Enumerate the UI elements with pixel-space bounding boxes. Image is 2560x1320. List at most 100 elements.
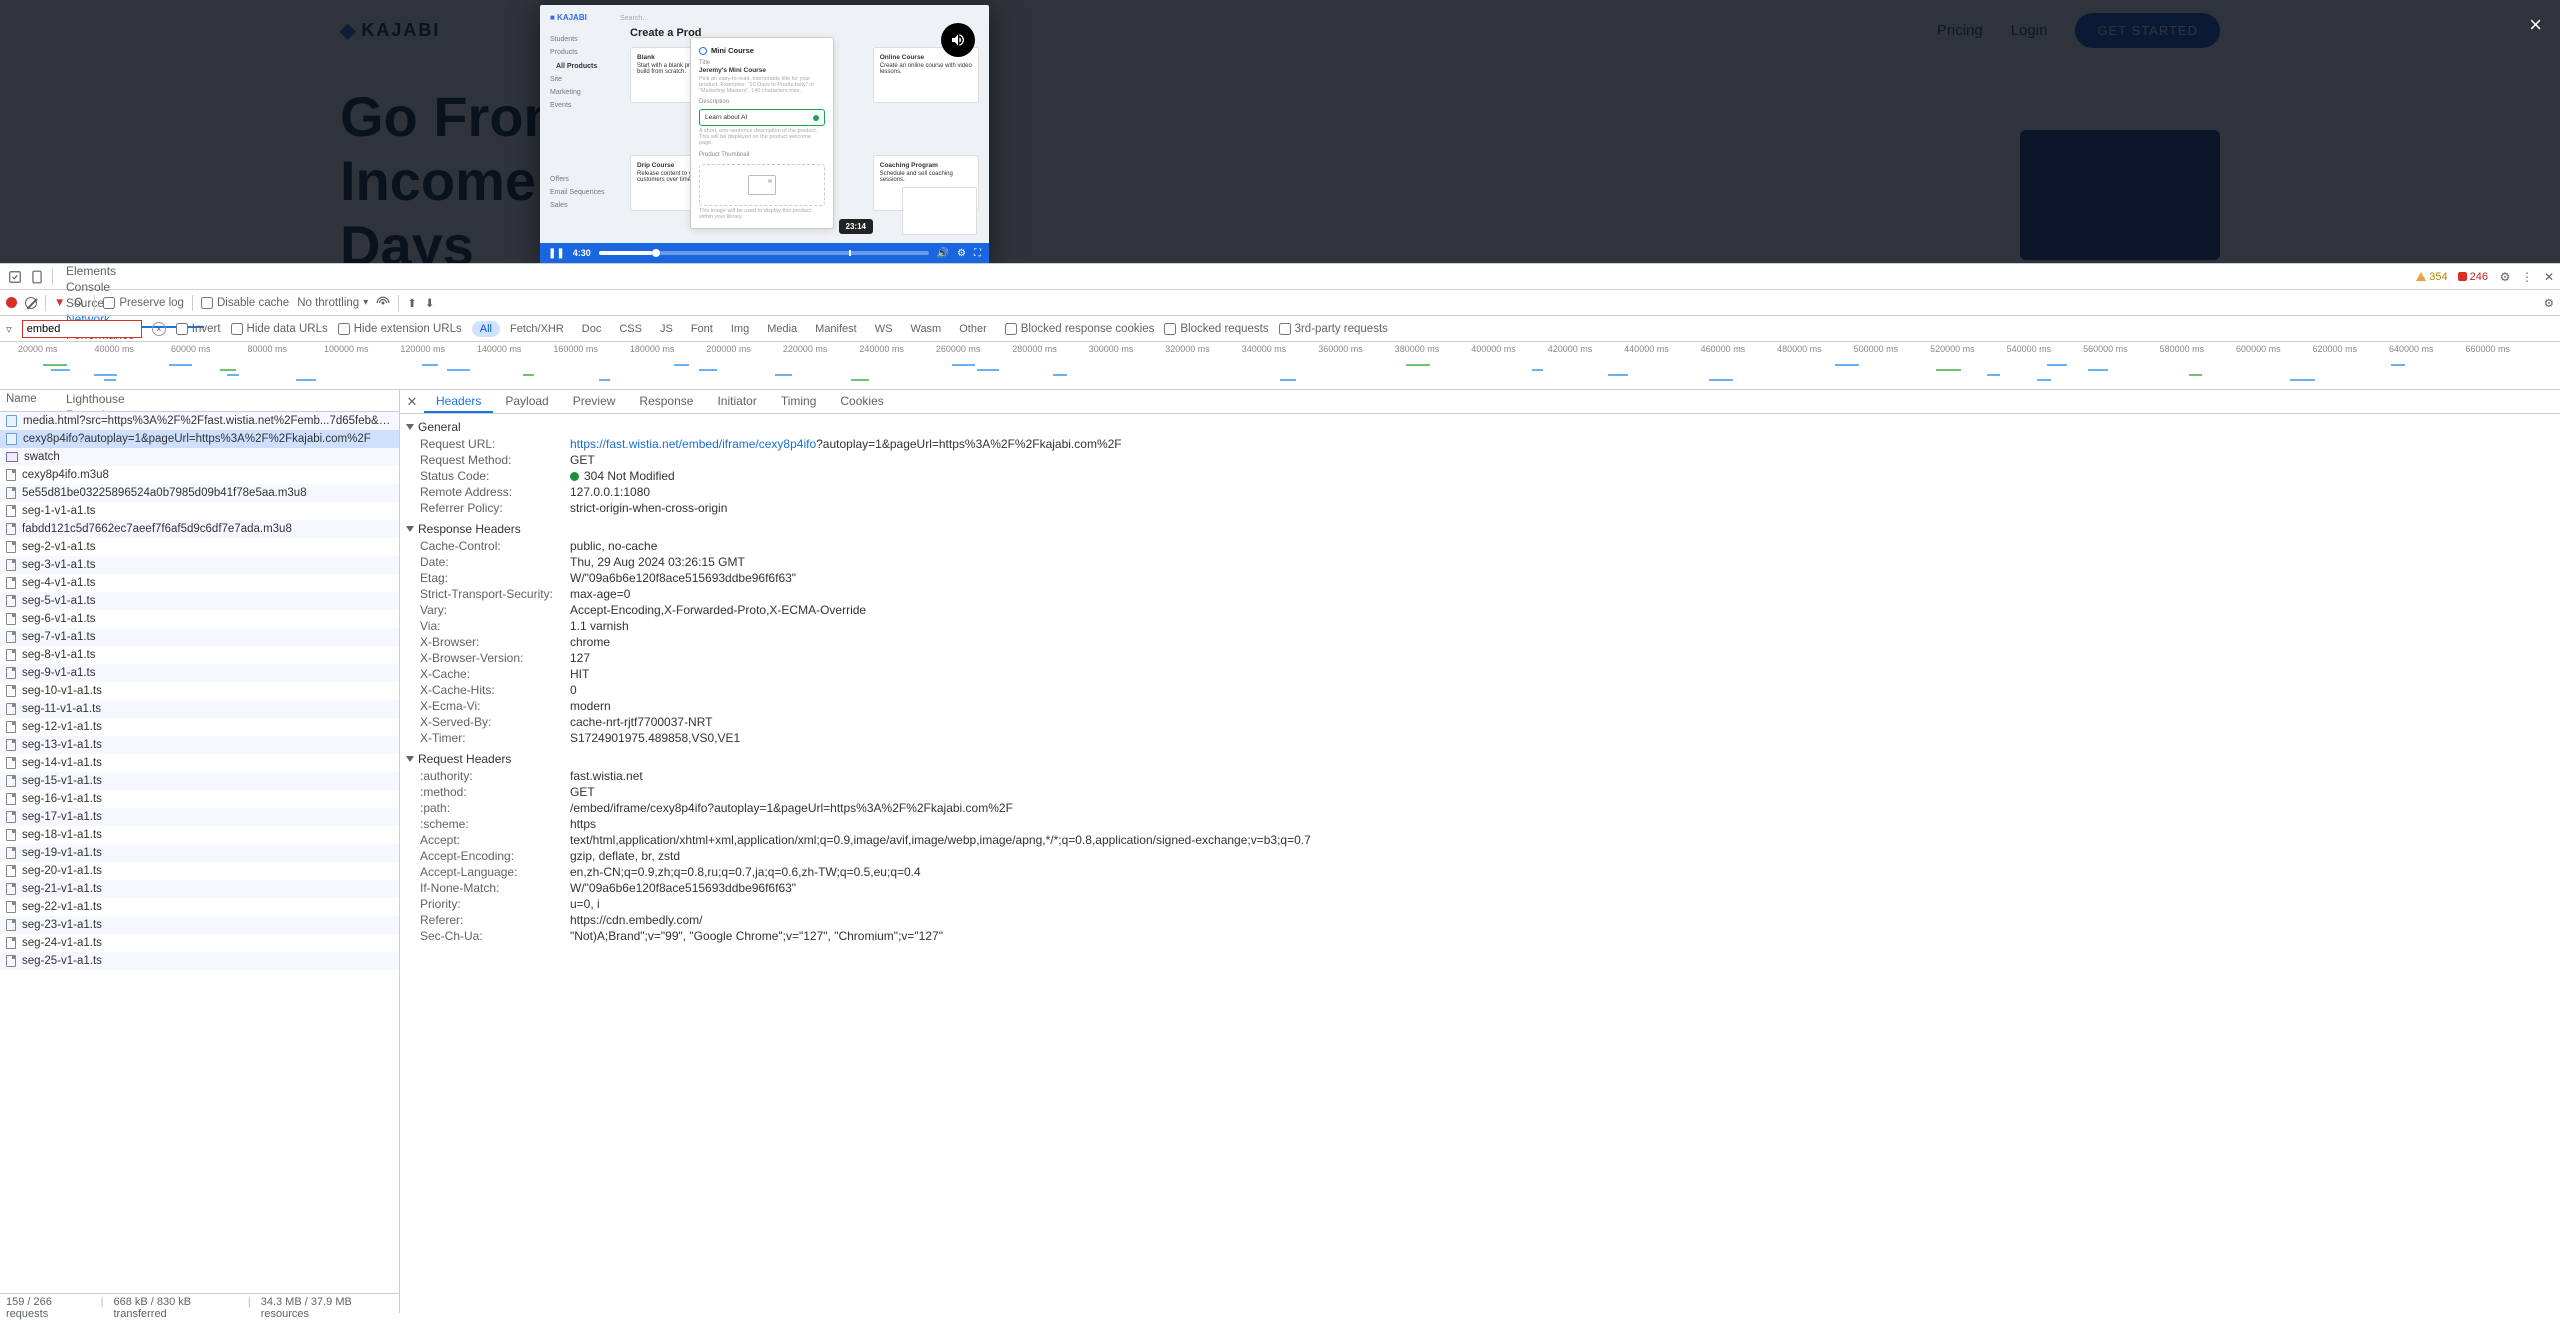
request-row[interactable]: seg-3-v1-a1.ts: [0, 556, 399, 574]
settings-gear-icon[interactable]: ⚙: [2494, 264, 2516, 289]
errors-badge[interactable]: 246: [2452, 264, 2494, 289]
type-pill-fetch-xhr[interactable]: Fetch/XHR: [502, 321, 572, 337]
request-row[interactable]: swatch: [0, 448, 399, 466]
request-row[interactable]: seg-18-v1-a1.ts: [0, 826, 399, 844]
request-row[interactable]: seg-24-v1-a1.ts: [0, 934, 399, 952]
request-row[interactable]: seg-19-v1-a1.ts: [0, 844, 399, 862]
request-row[interactable]: cexy8p4ifo?autoplay=1&pageUrl=https%3A%2…: [0, 430, 399, 448]
filter-icon[interactable]: ▼: [54, 297, 65, 309]
request-row[interactable]: seg-5-v1-a1.ts: [0, 592, 399, 610]
type-pill-other[interactable]: Other: [951, 321, 995, 337]
section-header[interactable]: Request Headers: [406, 750, 2560, 768]
close-icon[interactable]: ×: [2529, 12, 2542, 38]
modal-backdrop[interactable]: [0, 0, 2560, 263]
product-form: Mini Course Title Jeremy's Mini Course P…: [690, 37, 834, 229]
fullscreen-icon[interactable]: ⛶: [974, 248, 981, 259]
request-row[interactable]: seg-11-v1-a1.ts: [0, 700, 399, 718]
request-row[interactable]: seg-14-v1-a1.ts: [0, 754, 399, 772]
request-row[interactable]: seg-25-v1-a1.ts: [0, 952, 399, 970]
request-row[interactable]: media.html?src=https%3A%2F%2Ffast.wistia…: [0, 412, 399, 430]
detail-tab-preview[interactable]: Preview: [561, 390, 628, 413]
request-name: seg-15-v1-a1.ts: [22, 775, 102, 787]
filter-input[interactable]: [22, 320, 142, 338]
request-row[interactable]: seg-12-v1-a1.ts: [0, 718, 399, 736]
third-party-checkbox[interactable]: 3rd-party requests: [1279, 323, 1388, 335]
pause-button[interactable]: ❚❚: [548, 248, 565, 259]
blocked-req-checkbox[interactable]: Blocked requests: [1164, 323, 1268, 335]
request-row[interactable]: seg-2-v1-a1.ts: [0, 538, 399, 556]
valid-icon: [813, 115, 819, 121]
close-devtools-icon[interactable]: ✕: [2538, 264, 2560, 289]
request-list: Name media.html?src=https%3A%2F%2Ffast.w…: [0, 390, 400, 1313]
detail-tab-response[interactable]: Response: [627, 390, 705, 413]
type-pill-media[interactable]: Media: [759, 321, 805, 337]
request-row[interactable]: seg-23-v1-a1.ts: [0, 916, 399, 934]
request-row[interactable]: seg-9-v1-a1.ts: [0, 664, 399, 682]
request-row[interactable]: seg-6-v1-a1.ts: [0, 610, 399, 628]
detail-tab-headers[interactable]: Headers: [424, 390, 493, 413]
request-row[interactable]: cexy8p4ifo.m3u8: [0, 466, 399, 484]
detail-tab-payload[interactable]: Payload: [493, 390, 560, 413]
type-pill-manifest[interactable]: Manifest: [807, 321, 865, 337]
detail-tab-initiator[interactable]: Initiator: [705, 390, 768, 413]
more-icon[interactable]: ⋮: [2516, 264, 2538, 289]
seek-bar[interactable]: [599, 251, 929, 255]
volume-icon[interactable]: 🔊: [937, 248, 949, 259]
request-row[interactable]: seg-16-v1-a1.ts: [0, 790, 399, 808]
request-row[interactable]: seg-7-v1-a1.ts: [0, 628, 399, 646]
request-row[interactable]: seg-17-v1-a1.ts: [0, 808, 399, 826]
settings-icon-2[interactable]: ⚙: [2544, 296, 2554, 310]
type-pill-doc[interactable]: Doc: [574, 321, 610, 337]
network-conditions-icon[interactable]: [376, 296, 390, 310]
upload-icon[interactable]: ⬆: [407, 296, 417, 310]
request-row[interactable]: fabdd121c5d7662ec7aeef7f6af5d9c6df7e7ada…: [0, 520, 399, 538]
detail-tab-cookies[interactable]: Cookies: [828, 390, 895, 413]
download-icon[interactable]: ⬇: [425, 296, 435, 310]
detail-tab-timing[interactable]: Timing: [769, 390, 829, 413]
type-pill-js[interactable]: JS: [652, 321, 681, 337]
hide-data-checkbox[interactable]: Hide data URLs: [231, 323, 328, 335]
preserve-log-checkbox[interactable]: Preserve log: [103, 297, 184, 309]
request-row[interactable]: 5e55d81be03225896524a0b7985d09b41f78e5aa…: [0, 484, 399, 502]
request-row[interactable]: seg-20-v1-a1.ts: [0, 862, 399, 880]
network-timeline[interactable]: 20000 ms40000 ms60000 ms80000 ms100000 m…: [0, 342, 2560, 390]
type-pill-img[interactable]: Img: [723, 321, 757, 337]
search-icon[interactable]: [73, 296, 86, 309]
section-header[interactable]: General: [406, 418, 2560, 436]
header-row: X-Cache-Hits:0: [406, 682, 2560, 698]
type-pill-css[interactable]: CSS: [611, 321, 650, 337]
section-header[interactable]: Response Headers: [406, 520, 2560, 538]
request-row[interactable]: seg-15-v1-a1.ts: [0, 772, 399, 790]
unmute-button[interactable]: [941, 23, 975, 57]
type-pill-all[interactable]: All: [472, 321, 500, 337]
request-row[interactable]: seg-4-v1-a1.ts: [0, 574, 399, 592]
clear-filter-icon[interactable]: ×: [152, 322, 166, 336]
filter-funnel-icon[interactable]: ▿: [6, 322, 12, 336]
warnings-badge[interactable]: 354: [2412, 264, 2451, 289]
name-column-header[interactable]: Name: [0, 390, 399, 412]
document-icon: [6, 433, 17, 445]
blocked-resp-checkbox[interactable]: Blocked response cookies: [1005, 323, 1155, 335]
devtools-tab-elements[interactable]: Elements: [56, 264, 204, 280]
header-row: Accept-Language:en,zh-CN;q=0.9,zh;q=0.8,…: [406, 864, 2560, 880]
record-button[interactable]: [6, 297, 17, 308]
inspect-icon[interactable]: [4, 264, 26, 289]
settings-icon[interactable]: ⚙: [957, 248, 966, 259]
type-pill-font[interactable]: Font: [683, 321, 721, 337]
device-icon[interactable]: [26, 264, 48, 289]
request-row[interactable]: seg-1-v1-a1.ts: [0, 502, 399, 520]
clear-button[interactable]: [25, 297, 37, 309]
close-detail-icon[interactable]: ✕: [400, 390, 424, 413]
invert-checkbox[interactable]: Invert: [176, 323, 221, 335]
request-row[interactable]: seg-13-v1-a1.ts: [0, 736, 399, 754]
request-name: seg-9-v1-a1.ts: [22, 667, 96, 679]
disable-cache-checkbox[interactable]: Disable cache: [201, 297, 289, 309]
type-pill-ws[interactable]: WS: [867, 321, 901, 337]
request-row[interactable]: seg-21-v1-a1.ts: [0, 880, 399, 898]
hide-ext-checkbox[interactable]: Hide extension URLs: [338, 323, 462, 335]
request-row[interactable]: seg-8-v1-a1.ts: [0, 646, 399, 664]
type-pill-wasm[interactable]: Wasm: [902, 321, 949, 337]
request-row[interactable]: seg-10-v1-a1.ts: [0, 682, 399, 700]
request-row[interactable]: seg-22-v1-a1.ts: [0, 898, 399, 916]
throttling-select[interactable]: No throttling▾: [297, 297, 368, 309]
